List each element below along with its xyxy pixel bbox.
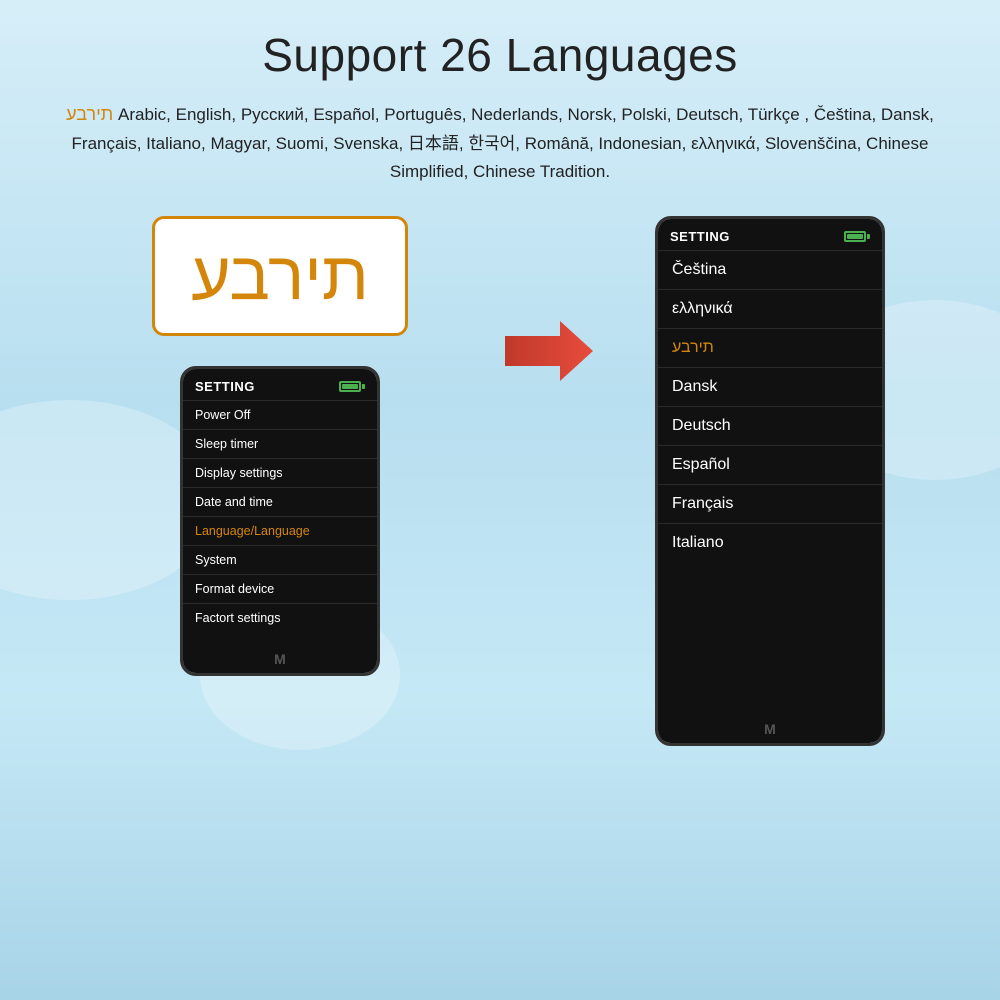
battery-tip-right (867, 234, 870, 239)
left-menu-item-7[interactable]: Factort settings (183, 604, 377, 632)
right-section: SETTING ČeštinaελληνικάתירבעDanskDeutsch… (610, 216, 930, 746)
device-left-menu: Power OffSleep timerDisplay settingsDate… (183, 401, 377, 632)
battery-fill-right (847, 234, 863, 239)
battery-icon-right (844, 231, 870, 242)
battery-fill-left (342, 384, 358, 389)
hebrew-box-text: תירבע (191, 237, 369, 315)
device-right-screen: SETTING ČeštinaελληνικάתירבעDanskDeutsch… (658, 219, 882, 743)
languages-list-text: Arabic, English, Русский, Español, Portu… (72, 105, 934, 181)
page-title: Support 26 Languages (0, 0, 1000, 82)
right-lang-item-2[interactable]: תירבע (658, 329, 882, 368)
hebrew-box: תירבע (152, 216, 408, 336)
arrow-container (490, 316, 610, 386)
device-right-title: SETTING (670, 229, 730, 244)
hebrew-inline-text: תירבע (66, 104, 113, 124)
device-left: SETTING Power OffSleep timerDisplay sett… (180, 366, 380, 676)
left-menu-item-6[interactable]: Format device (183, 575, 377, 604)
right-lang-item-1[interactable]: ελληνικά (658, 290, 882, 329)
device-left-title: SETTING (195, 379, 255, 394)
battery-tip-left (362, 384, 365, 389)
device-right-bottom: M (658, 715, 882, 743)
right-lang-item-4[interactable]: Deutsch (658, 407, 882, 446)
battery-icon-left (339, 381, 365, 392)
device-right: SETTING ČeštinaελληνικάתירבעDanskDeutsch… (655, 216, 885, 746)
battery-body-right (844, 231, 866, 242)
left-menu-item-5[interactable]: System (183, 546, 377, 575)
device-left-bottom: M (183, 645, 377, 673)
right-lang-item-0[interactable]: Čeština (658, 251, 882, 290)
device-right-langs: ČeštinaελληνικάתירבעDanskDeutschEspañolF… (658, 251, 882, 562)
right-lang-item-6[interactable]: Français (658, 485, 882, 524)
device-left-header: SETTING (183, 369, 377, 401)
content-area: תירבע SETTING Power OffSleep timerDispla… (0, 216, 1000, 746)
right-lang-item-7[interactable]: Italiano (658, 524, 882, 562)
right-lang-item-5[interactable]: Español (658, 446, 882, 485)
left-menu-item-0[interactable]: Power Off (183, 401, 377, 430)
left-menu-item-2[interactable]: Display settings (183, 459, 377, 488)
device-right-header: SETTING (658, 219, 882, 251)
device-left-screen: SETTING Power OffSleep timerDisplay sett… (183, 369, 377, 673)
left-menu-item-4[interactable]: Language/Language (183, 517, 377, 546)
left-menu-item-1[interactable]: Sleep timer (183, 430, 377, 459)
left-menu-item-3[interactable]: Date and time (183, 488, 377, 517)
languages-description: תירבע Arabic, English, Русский, Español,… (0, 82, 1000, 186)
right-lang-item-3[interactable]: Dansk (658, 368, 882, 407)
right-arrow-icon (505, 316, 595, 386)
battery-body-left (339, 381, 361, 392)
left-section: תירבע SETTING Power OffSleep timerDispla… (70, 216, 490, 676)
